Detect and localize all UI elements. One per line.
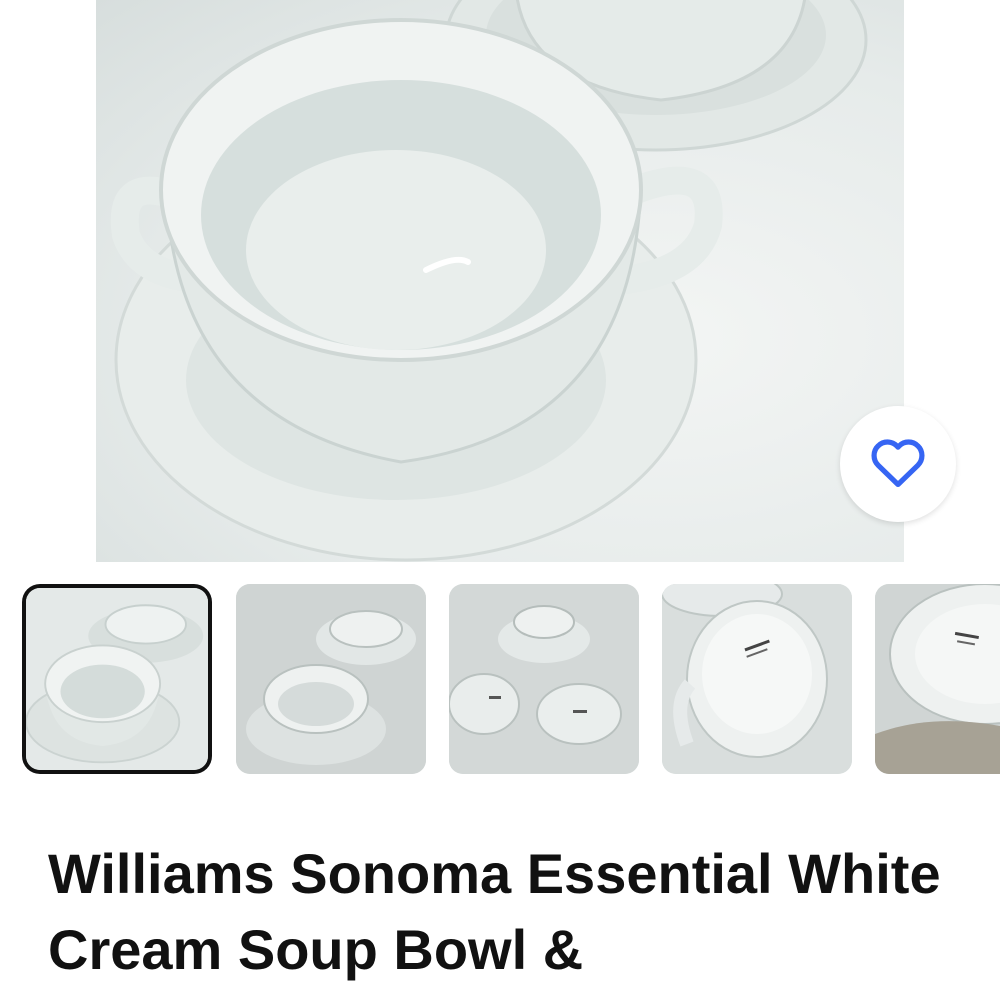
product-image-carousel[interactable]	[0, 0, 1000, 562]
thumbnail-3[interactable]	[449, 584, 639, 774]
thumbnail-strip[interactable]	[0, 584, 1000, 776]
product-title: Williams Sonoma Essential White Cream So…	[48, 842, 941, 981]
thumbnail-4[interactable]	[662, 584, 852, 774]
thumbnail-5[interactable]	[875, 584, 1000, 774]
favorite-button[interactable]	[840, 406, 956, 522]
product-main-image[interactable]	[96, 0, 904, 562]
heart-outline-icon	[869, 436, 927, 493]
thumbnail-2[interactable]	[236, 584, 426, 774]
thumbnail-1[interactable]	[26, 588, 208, 770]
